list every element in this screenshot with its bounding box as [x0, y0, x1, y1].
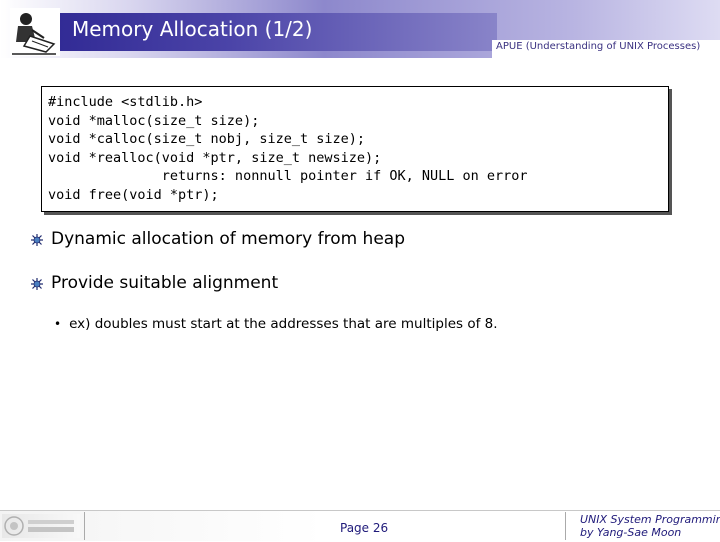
bullet-text: Dynamic allocation of memory from heap — [51, 229, 406, 249]
page-number: Page 26 — [340, 521, 389, 535]
code-line: void free(void *ptr); — [48, 186, 219, 203]
code-line: #include <stdlib.h> — [48, 94, 203, 110]
footer-divider — [84, 512, 85, 540]
course-title: UNIX System Programming — [580, 513, 720, 526]
bullet-sunburst-icon — [30, 276, 44, 290]
slide-subtitle: APUE (Understanding of UNIX Processes) — [496, 41, 701, 52]
code-block: #include <stdlib.h> void *malloc(size_t … — [41, 86, 669, 212]
code-line: returns: nonnull pointer if OK, NULL on … — [48, 168, 528, 184]
sub-bullet-dot-icon: • — [54, 317, 62, 331]
bullet-sunburst-icon — [30, 232, 44, 246]
code-line: void *malloc(size_t size); — [48, 112, 260, 129]
bullet-item: Provide suitable alignment — [30, 273, 278, 293]
bullet-item: Dynamic allocation of memory from heap — [30, 229, 405, 249]
sub-bullet-item: • ex) doubles must start at the addresse… — [54, 316, 498, 332]
code-line: void *realloc(void *ptr, size_t newsize)… — [48, 149, 382, 166]
university-logo-icon — [2, 514, 80, 538]
course-credit: UNIX System Programming by Yang-Sae Moon — [580, 513, 720, 539]
sub-bullet-text: ex) doubles must start at the addresses … — [69, 316, 498, 332]
page-title: Memory Allocation (1/2) — [72, 17, 313, 41]
teacher-logo-icon — [10, 8, 60, 56]
code-line: void *calloc(size_t nobj, size_t size); — [48, 131, 365, 147]
course-author: by Yang-Sae Moon — [580, 526, 682, 539]
bullet-text: Provide suitable alignment — [51, 273, 279, 293]
footer-divider — [565, 512, 566, 540]
